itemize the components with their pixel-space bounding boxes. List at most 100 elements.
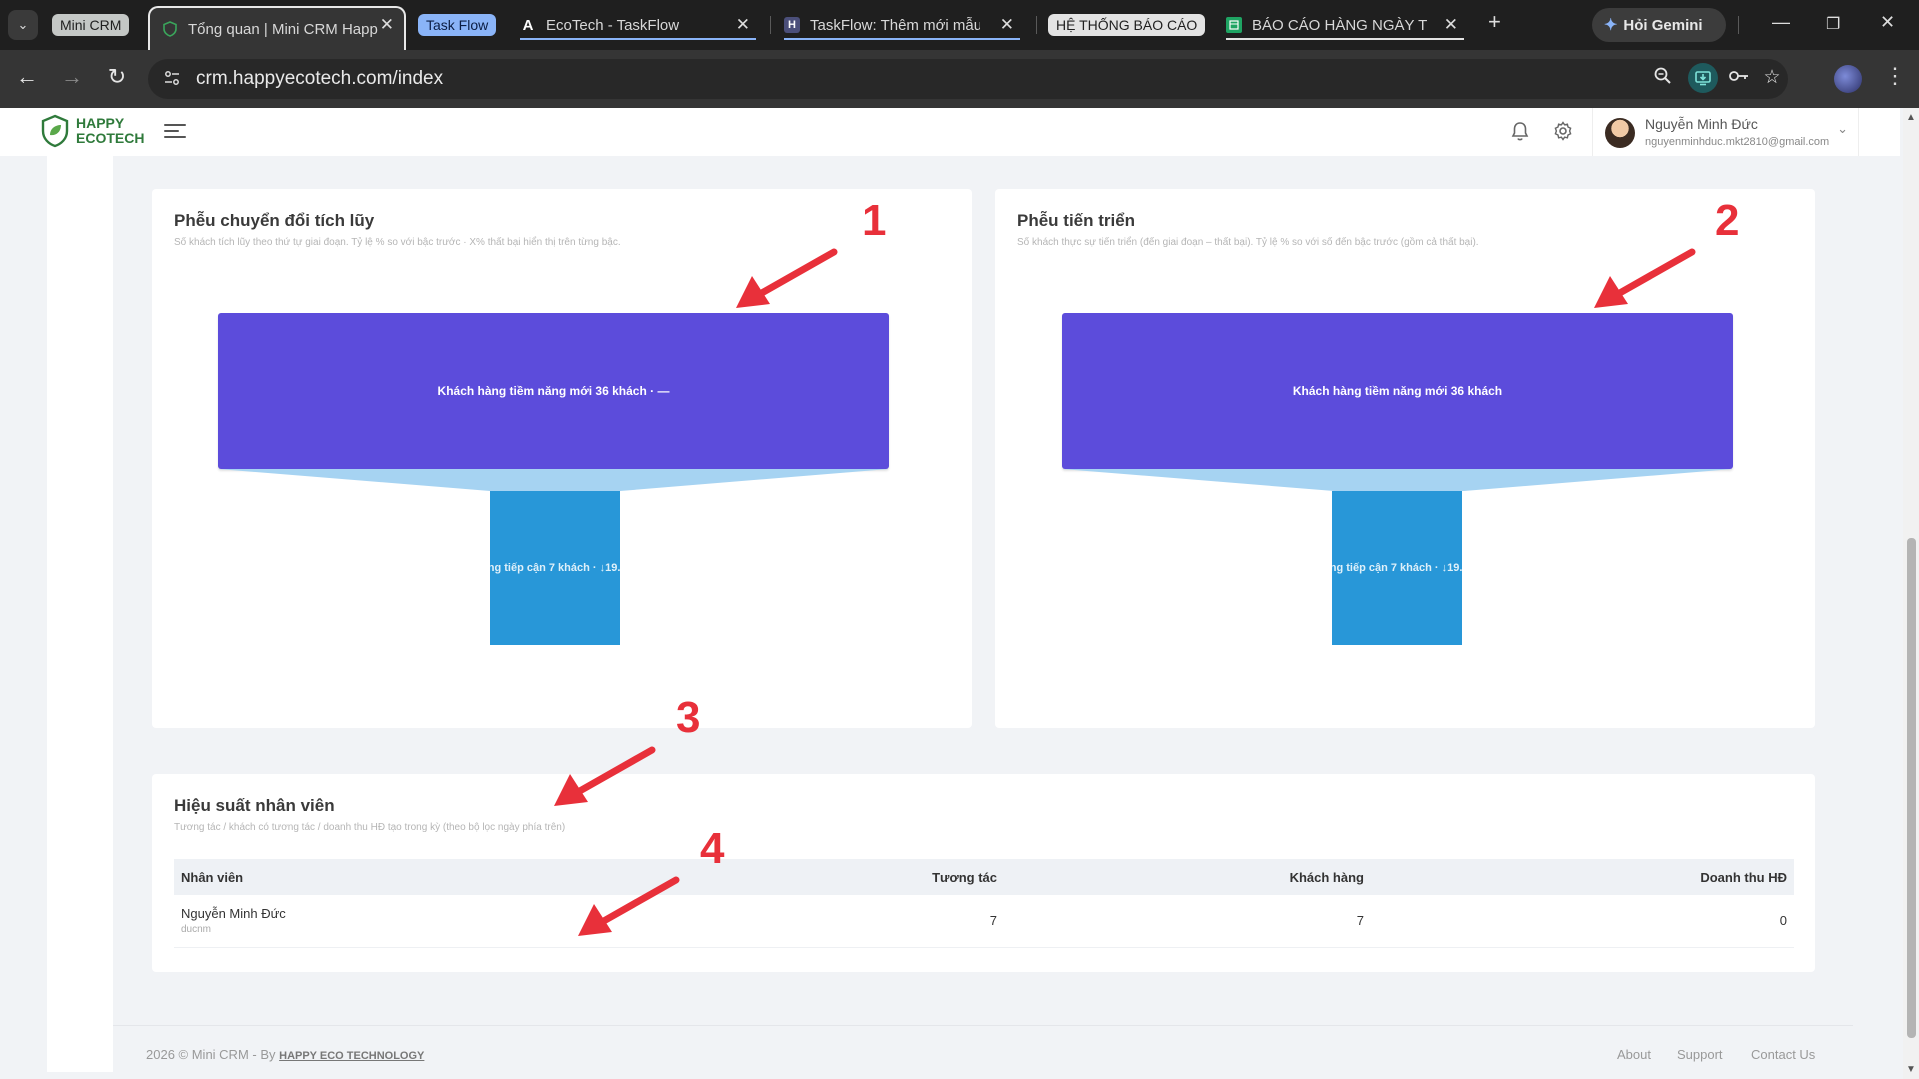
settings-gear-icon[interactable] (1552, 120, 1574, 148)
annotation-number-3: 3 (676, 693, 701, 742)
tab-group-task-flow[interactable]: Task Flow (418, 8, 497, 42)
install-app-icon[interactable] (1688, 63, 1718, 93)
notification-bell-icon[interactable] (1510, 120, 1530, 148)
tab-group-label: Mini CRM (52, 14, 130, 36)
annotation-arrow-3 (554, 746, 656, 806)
logo-line2: ECOTECH (76, 130, 145, 146)
tab-label: BÁO CÁO HÀNG NGÀY TE (1252, 16, 1427, 34)
funnel-stage-label: Khách hàng tiềm năng mới 36 khách · — (437, 384, 670, 398)
annotation-number-4: 4 (700, 824, 725, 873)
tab-separator (1036, 16, 1037, 34)
card-title: Phễu chuyển đổi tích lũy (174, 211, 375, 230)
a-logo-icon: A (522, 16, 534, 34)
employee-table: Nhân viên Tương tác Khách hàng Doanh thu… (174, 859, 1794, 948)
card-subtitle: Tương tác / khách có tương tác / doanh t… (174, 822, 566, 833)
minimize-icon[interactable]: — (1772, 12, 1790, 33)
restore-icon[interactable]: ❐ (1826, 14, 1840, 34)
gemini-button[interactable]: ✦ Hỏi Gemini (1592, 8, 1726, 42)
funnel-connector (1062, 469, 1733, 491)
close-tab-icon[interactable]: ✕ (1000, 15, 1014, 35)
logo-line1: HAPPY (76, 115, 125, 131)
funnel-stage-2[interactable]: Đang tiếp cận 7 khách · ↓19.4% (1316, 491, 1478, 645)
footer-about-link[interactable]: About (1617, 1047, 1651, 1062)
back-icon[interactable]: ← (12, 64, 42, 90)
browser-menu-icon[interactable]: ⋮ (1884, 63, 1906, 89)
footer-copyright: 2026 © Mini CRM - By HAPPY ECO TECHNOLOG… (146, 1047, 424, 1062)
col-revenue[interactable]: Doanh thu HĐ (1371, 859, 1794, 895)
tab-group-label: HỆ THỐNG BÁO CÁO (1048, 14, 1206, 36)
tab-group-he-thong[interactable]: HỆ THỐNG BÁO CÁO (1048, 8, 1206, 42)
tab-tong-quan[interactable]: Tổng quan | Mini CRM Happ ✕ (148, 6, 406, 50)
tab-label: EcoTech - TaskFlow (546, 16, 680, 34)
page-scrollbar[interactable]: ▲ ▼ (1903, 108, 1919, 1079)
interactions-cell: 7 (694, 895, 1004, 948)
annotation-arrow-1 (736, 248, 838, 308)
browser-profile-avatar[interactable] (1834, 65, 1862, 93)
leaf-shield-icon (41, 114, 69, 148)
tab-label: TaskFlow: Thêm mới mẫu c (810, 16, 980, 34)
employee-name: Nguyễn Minh Đức (181, 906, 286, 922)
funnel-stage-2[interactable]: Đang tiếp cận 7 khách · ↓19.4% (474, 491, 636, 645)
reload-icon[interactable]: ↻ (102, 64, 132, 90)
scroll-up-arrow-icon[interactable]: ▲ (1906, 112, 1916, 123)
annotation-number-1: 1 (862, 196, 887, 245)
chevron-down-icon: ⌄ (1837, 121, 1848, 136)
tab-taskflow-them-moi[interactable]: H TaskFlow: Thêm mới mẫu c ✕ (784, 8, 1024, 42)
funnel-stage-1[interactable]: Khách hàng tiềm năng mới 36 khách (1062, 313, 1733, 469)
customers-cell: 7 (1004, 895, 1371, 948)
card-subtitle: Số khách tích lũy theo thứ tự giai đoạn.… (174, 237, 621, 248)
scroll-down-arrow-icon[interactable]: ▼ (1906, 1064, 1916, 1075)
tab-ecotech-taskflow[interactable]: A EcoTech - TaskFlow ✕ (520, 8, 760, 42)
avatar (1605, 118, 1635, 148)
site-info-icon[interactable] (162, 68, 184, 90)
col-interactions[interactable]: Tương tác (694, 859, 1004, 895)
annotation-number-2: 2 (1715, 196, 1740, 245)
tab-group-underline (520, 38, 756, 40)
table-header-row: Nhân viên Tương tác Khách hàng Doanh thu… (174, 859, 1794, 895)
card-subtitle: Số khách thực sự tiến triển (đến giai đo… (1017, 237, 1479, 248)
footer-support-link[interactable]: Support (1677, 1047, 1723, 1062)
tab-group-label: Task Flow (418, 14, 497, 36)
funnel-stage-label: Đang tiếp cận 7 khách · ↓19.4% (473, 562, 637, 574)
col-customers[interactable]: Khách hàng (1004, 859, 1371, 895)
copyright-text: 2026 © Mini CRM - By (146, 1047, 276, 1062)
annotation-arrow-2 (1594, 248, 1696, 308)
user-email: nguyenminhduc.mkt2810@gmail.com (1645, 136, 1830, 148)
close-tab-icon[interactable]: ✕ (736, 15, 750, 35)
gemini-label: Hỏi Gemini (1623, 16, 1703, 34)
tab-bao-cao[interactable]: BÁO CÁO HÀNG NGÀY TE ✕ (1226, 8, 1468, 42)
revenue-cell: 0 (1371, 895, 1794, 948)
browser-toolbar: ← → ↻ crm.happyecotech.com/index ☆ ⋮ (0, 50, 1919, 108)
close-tab-icon[interactable]: ✕ (1444, 15, 1458, 35)
url-text: crm.happyecotech.com/index (196, 68, 444, 89)
funnel-stage-1[interactable]: Khách hàng tiềm năng mới 36 khách · — (218, 313, 889, 469)
funnel-stage-label: Đang tiếp cận 7 khách · ↓19.4% (1315, 562, 1479, 574)
company-link[interactable]: HAPPY ECO TECHNOLOGY (279, 1050, 424, 1062)
h-logo-icon: H (784, 17, 800, 33)
tab-group-mini-crm[interactable]: Mini CRM (52, 8, 130, 42)
table-row[interactable]: Nguyễn Minh Đức ducnm 7 7 0 (174, 895, 1794, 948)
address-bar[interactable]: crm.happyecotech.com/index ☆ (148, 59, 1788, 99)
tab-separator (770, 16, 771, 34)
app-header: HAPPY ECOTECH Nguyễn Minh Đức nguyenminh… (0, 108, 1900, 156)
tab-label: Tổng quan | Mini CRM Happ (188, 20, 378, 38)
menu-toggle-icon[interactable] (164, 120, 186, 142)
new-tab-icon[interactable]: + (1488, 9, 1501, 35)
tab-search-chevron-icon[interactable]: ⌄ (8, 10, 38, 40)
footer-contact-link[interactable]: Contact Us (1751, 1047, 1815, 1062)
scroll-thumb[interactable] (1907, 538, 1916, 1038)
card-title: Hiệu suất nhân viên (174, 796, 335, 815)
close-window-icon[interactable]: ✕ (1880, 12, 1895, 33)
password-key-icon[interactable] (1726, 66, 1752, 92)
funnel-connector (218, 469, 889, 491)
employee-performance-card: Hiệu suất nhân viên Tương tác / khách có… (152, 774, 1815, 972)
page-footer: 2026 © Mini CRM - By HAPPY ECO TECHNOLOG… (113, 1025, 1853, 1075)
user-menu[interactable]: Nguyễn Minh Đức nguyenminhduc.mkt2810@gm… (1592, 108, 1859, 156)
forward-icon[interactable]: → (57, 64, 87, 90)
sheets-icon (1226, 17, 1242, 33)
zoom-icon[interactable] (1650, 66, 1676, 92)
bookmark-star-icon[interactable]: ☆ (1759, 66, 1785, 89)
tab-separator (1738, 16, 1739, 34)
app-logo[interactable]: HAPPY ECOTECH (40, 114, 144, 148)
close-tab-icon[interactable]: ✕ (380, 15, 394, 35)
